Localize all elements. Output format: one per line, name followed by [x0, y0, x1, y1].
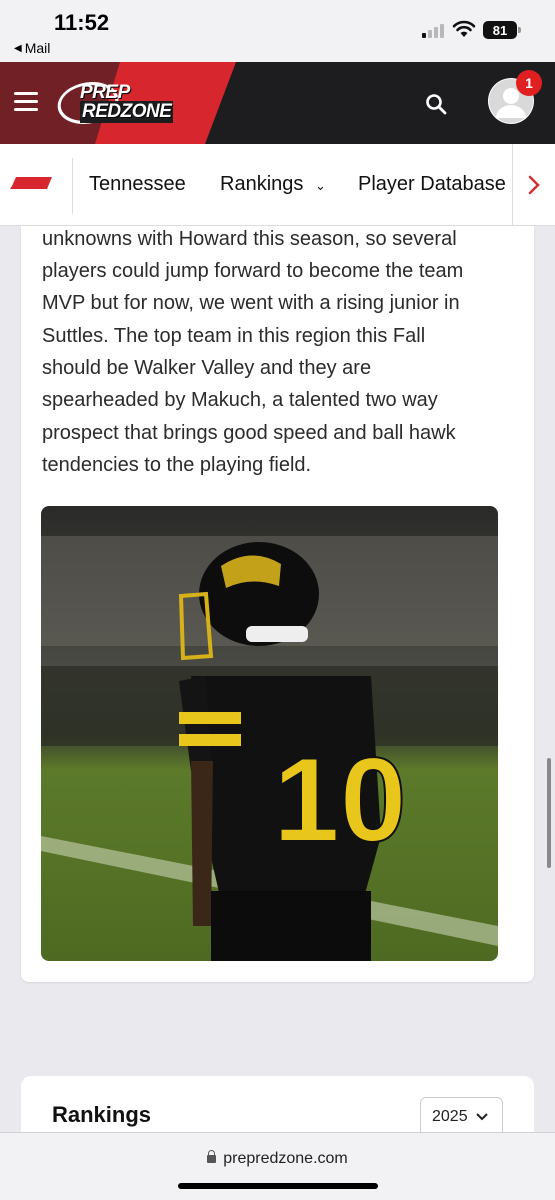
article-text-line: tendencies to the playing field.: [42, 454, 312, 476]
jersey-number: 10: [273, 733, 406, 867]
url-display[interactable]: prepredzone.com: [0, 1150, 555, 1168]
article-text-line: prospect that brings good speed and ball…: [42, 422, 456, 444]
nav-item-rankings-label: Rankings: [220, 173, 304, 195]
article-text-line: unknowns with Howard this season, so sev…: [42, 228, 457, 250]
url-text: prepredzone.com: [223, 1150, 348, 1167]
tennessee-state-icon[interactable]: [10, 176, 52, 190]
article-text-line: should be Walker Valley and they are: [42, 357, 372, 379]
article-text-line: players could jump forward to become the…: [42, 260, 464, 282]
rankings-title: Rankings: [52, 1102, 152, 1127]
year-select[interactable]: 2025: [420, 1097, 503, 1137]
battery-icon: 81: [483, 21, 521, 39]
article-text-line: MVP but for now, we went with a rising j…: [42, 292, 460, 314]
subnav-divider: [72, 158, 73, 214]
scroll-right-chevron-icon[interactable]: [512, 144, 555, 226]
sub-navigation: Tennessee Rankings ⌄ Player Database: [0, 144, 555, 226]
site-header: PREP REDZONE 1: [0, 62, 555, 144]
prep-redzone-logo[interactable]: PREP REDZONE: [53, 80, 180, 126]
logo-line2: REDZONE: [80, 101, 174, 123]
player-photo[interactable]: 10: [41, 506, 498, 961]
page-scrollbar[interactable]: [547, 758, 551, 868]
article-text-line: Suttles. The top team in this region thi…: [42, 325, 426, 347]
lock-icon: [207, 1150, 217, 1163]
nav-item-rankings[interactable]: Rankings ⌄: [220, 173, 326, 196]
notification-badge[interactable]: 1: [516, 70, 542, 96]
year-select-value: 2025: [432, 1108, 468, 1125]
article-card: unknowns with Howard this season, so sev…: [21, 226, 534, 982]
clock: 11:52: [54, 10, 110, 35]
nav-item-player-database[interactable]: Player Database: [358, 173, 506, 196]
chevron-down-icon: [475, 1113, 488, 1121]
hamburger-menu-button[interactable]: [14, 92, 38, 112]
article-text-line: spearheaded by Makuch, a talented two wa…: [42, 389, 438, 411]
back-label: Mail: [24, 40, 51, 56]
status-bar: 11:52 ◀ Mail 81: [0, 0, 555, 62]
cellular-signal-icon: [422, 24, 446, 38]
football-player-image: 10: [41, 506, 498, 961]
chevron-down-icon: ⌄: [314, 178, 326, 193]
back-arrow-icon: ◀: [14, 42, 22, 54]
search-icon[interactable]: [424, 92, 448, 116]
browser-url-bar: prepredzone.com: [0, 1132, 555, 1200]
wifi-icon: [452, 20, 476, 37]
nav-item-tennessee[interactable]: Tennessee: [89, 173, 186, 196]
back-to-mail-link[interactable]: ◀ Mail: [14, 40, 50, 56]
home-indicator[interactable]: [178, 1183, 378, 1189]
